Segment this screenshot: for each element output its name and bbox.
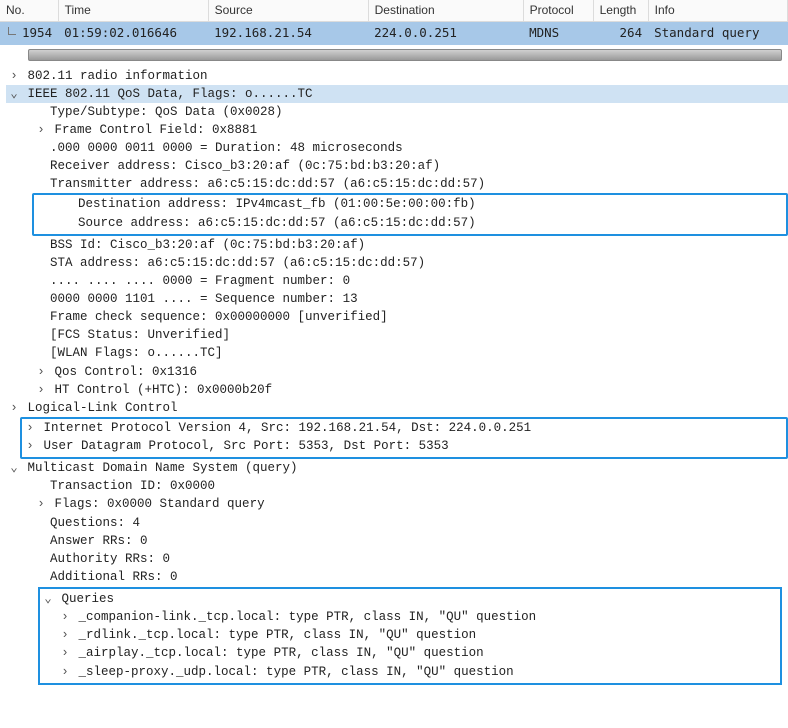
chevron-down-icon[interactable]: ⌄ (8, 85, 20, 103)
tree-ieee-fcs[interactable]: · Frame check sequence: 0x00000000 [unve… (6, 308, 788, 326)
tree-ieee-receiver[interactable]: · Receiver address: Cisco_b3:20:af (0c:7… (6, 157, 788, 175)
chevron-right-icon[interactable]: › (59, 663, 71, 681)
tree-ieee-bssid[interactable]: · BSS Id: Cisco_b3:20:af (0c:75:bd:b3:20… (6, 236, 788, 254)
chevron-right-icon[interactable]: › (35, 363, 47, 381)
col-header-protocol[interactable]: Protocol (523, 0, 593, 22)
packet-details-tree: › 802.11 radio information ⌄ IEEE 802.11… (0, 67, 788, 693)
chevron-right-icon[interactable]: › (59, 644, 71, 662)
tree-ieee-type-subtype[interactable]: · Type/Subtype: QoS Data (0x0028) (6, 103, 788, 121)
packet-length: 264 (593, 22, 648, 45)
tree-radio-info[interactable]: › 802.11 radio information (6, 67, 788, 85)
packet-info: Standard query (648, 22, 787, 45)
chevron-right-icon[interactable]: › (8, 399, 20, 417)
tree-ieee-destination[interactable]: · Destination address: IPv4mcast_fb (01:… (10, 195, 784, 213)
tree-mdns-query-item[interactable]: › _airplay._tcp.local: type PTR, class I… (42, 644, 778, 662)
chevron-right-icon[interactable]: › (35, 495, 47, 513)
packet-row-marker-icon (8, 27, 16, 35)
tree-ieee-fcs-status[interactable]: · [FCS Status: Unverified] (6, 326, 788, 344)
tree-mdns-header[interactable]: ⌄ Multicast Domain Name System (query) (6, 459, 788, 477)
tree-ieee-source[interactable]: · Source address: a6:c5:15:dc:dd:57 (a6:… (10, 214, 784, 232)
tree-mdns-answers[interactable]: · Answer RRs: 0 (6, 532, 788, 550)
highlight-box-network: › Internet Protocol Version 4, Src: 192.… (20, 417, 788, 459)
tree-llc[interactable]: › Logical-Link Control (6, 399, 788, 417)
tree-ieee-sta[interactable]: · STA address: a6:c5:15:dc:dd:57 (a6:c5:… (6, 254, 788, 272)
packet-list-header-row: No. Time Source Destination Protocol Len… (0, 0, 788, 22)
chevron-right-icon[interactable]: › (24, 419, 36, 437)
chevron-right-icon[interactable]: › (24, 437, 36, 455)
tree-mdns-flags[interactable]: · › Flags: 0x0000 Standard query (6, 495, 788, 513)
packet-destination: 224.0.0.251 (368, 22, 523, 45)
tree-mdns-query-item[interactable]: › _rdlink._tcp.local: type PTR, class IN… (42, 626, 778, 644)
highlight-box-addresses: · Destination address: IPv4mcast_fb (01:… (32, 193, 788, 235)
tree-mdns-additional[interactable]: · Additional RRs: 0 (6, 568, 788, 586)
tree-ieee-qos[interactable]: · › Qos Control: 0x1316 (6, 363, 788, 381)
tree-ieee-sequence[interactable]: · 0000 0000 1101 .... = Sequence number:… (6, 290, 788, 308)
tree-ieee-duration[interactable]: · .000 0000 0011 0000 = Duration: 48 mic… (6, 139, 788, 157)
tree-mdns-txid[interactable]: · Transaction ID: 0x0000 (6, 477, 788, 495)
packet-list-table: No. Time Source Destination Protocol Len… (0, 0, 788, 45)
tree-ieee-wlan-flags[interactable]: · [WLAN Flags: o......TC] (6, 344, 788, 362)
col-header-time[interactable]: Time (58, 0, 208, 22)
chevron-right-icon[interactable]: › (59, 626, 71, 644)
tree-ieee-ht[interactable]: · › HT Control (+HTC): 0x0000b20f (6, 381, 788, 399)
packet-no: 1954 (22, 25, 52, 40)
tree-mdns-queries[interactable]: ⌄ Queries (24, 590, 778, 608)
packet-time: 01:59:02.016646 (58, 22, 208, 45)
col-header-no[interactable]: No. (0, 0, 58, 22)
tree-ieee-fcf[interactable]: · › Frame Control Field: 0x8881 (6, 121, 788, 139)
highlight-box-queries: ⌄ Queries › _companion-link._tcp.local: … (38, 587, 782, 685)
chevron-right-icon[interactable]: › (8, 67, 20, 85)
packet-row-selected[interactable]: 1954 01:59:02.016646 192.168.21.54 224.0… (0, 22, 788, 45)
col-header-source[interactable]: Source (208, 0, 368, 22)
tree-udp[interactable]: › User Datagram Protocol, Src Port: 5353… (10, 437, 784, 455)
packet-protocol: MDNS (523, 22, 593, 45)
tree-ieee-transmitter[interactable]: · Transmitter address: a6:c5:15:dc:dd:57… (6, 175, 788, 193)
chevron-right-icon[interactable]: › (35, 381, 47, 399)
col-header-length[interactable]: Length (593, 0, 648, 22)
chevron-right-icon[interactable]: › (35, 121, 47, 139)
packet-source: 192.168.21.54 (208, 22, 368, 45)
tree-ieee-fragment[interactable]: · .... .... .... 0000 = Fragment number:… (6, 272, 788, 290)
chevron-right-icon[interactable]: › (59, 608, 71, 626)
col-header-destination[interactable]: Destination (368, 0, 523, 22)
tree-ieee-header[interactable]: ⌄ IEEE 802.11 QoS Data, Flags: o......TC (6, 85, 788, 103)
tree-ipv4[interactable]: › Internet Protocol Version 4, Src: 192.… (10, 419, 784, 437)
chevron-down-icon[interactable]: ⌄ (8, 459, 20, 477)
tree-mdns-questions[interactable]: · Questions: 4 (6, 514, 788, 532)
tree-mdns-query-item[interactable]: › _companion-link._tcp.local: type PTR, … (42, 608, 778, 626)
horizontal-scrollbar[interactable] (28, 49, 782, 61)
chevron-down-icon[interactable]: ⌄ (42, 590, 54, 608)
tree-mdns-query-item[interactable]: › _sleep-proxy._udp.local: type PTR, cla… (42, 663, 778, 681)
col-header-info[interactable]: Info (648, 0, 787, 22)
tree-mdns-authority[interactable]: · Authority RRs: 0 (6, 550, 788, 568)
